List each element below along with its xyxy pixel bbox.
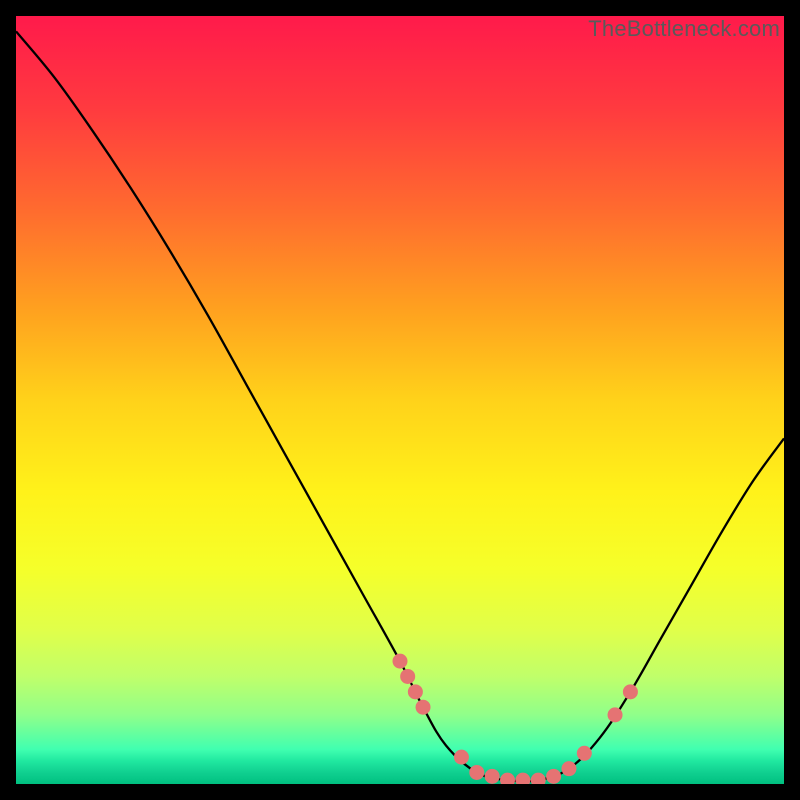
- data-point: [577, 746, 592, 761]
- chart-frame: TheBottleneck.com: [16, 16, 784, 784]
- data-point: [469, 765, 484, 780]
- data-point: [393, 654, 408, 669]
- data-point: [454, 750, 469, 765]
- data-point: [485, 769, 500, 784]
- watermark-text: TheBottleneck.com: [588, 16, 780, 42]
- data-point: [400, 669, 415, 684]
- data-point: [416, 700, 431, 715]
- gradient-background: [16, 16, 784, 784]
- data-point: [623, 684, 638, 699]
- data-point: [408, 684, 423, 699]
- chart-svg: [16, 16, 784, 784]
- data-point: [546, 769, 561, 784]
- data-point: [608, 707, 623, 722]
- data-point: [561, 761, 576, 776]
